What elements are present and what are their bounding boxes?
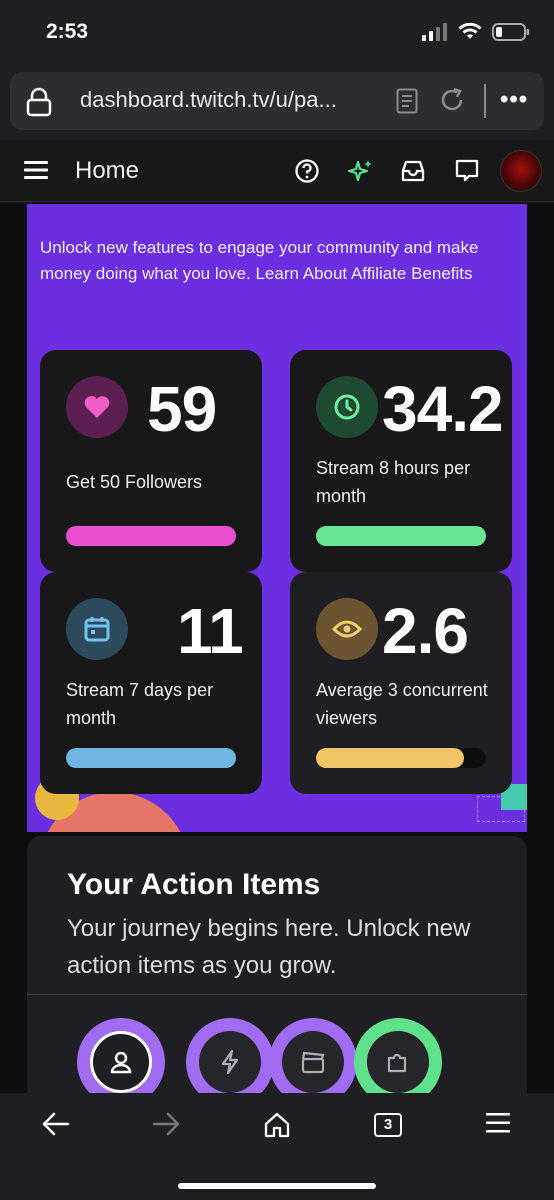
stat-label: Stream 8 hours per month (316, 458, 471, 506)
action-badge-clapper[interactable] (269, 1018, 357, 1100)
status-time: 2:53 (46, 20, 89, 43)
progress-fill (316, 526, 486, 546)
clapper-icon (301, 1051, 325, 1074)
stat-value: 59 (147, 373, 217, 445)
stat-value: 2.6 (382, 595, 469, 667)
calendar-icon (66, 598, 128, 660)
home-indicator (178, 1183, 376, 1189)
progress-fill (66, 526, 236, 546)
divider (27, 994, 527, 995)
url-text[interactable]: dashboard.twitch.tv/u/pa... (80, 87, 337, 113)
battery-icon (492, 23, 529, 41)
action-badge-extension[interactable] (354, 1018, 442, 1100)
app-header: Home (0, 140, 554, 202)
stat-label: Get 50 Followers (66, 472, 203, 492)
reader-icon[interactable] (396, 88, 418, 114)
signal-icon (422, 23, 447, 41)
progress-fill (316, 748, 464, 768)
sparkle-icon[interactable] (346, 158, 374, 186)
stat-label: Average 3 concurrent viewers (316, 680, 488, 728)
reload-icon[interactable] (438, 86, 466, 114)
clock-icon (316, 376, 378, 438)
action-items-card: Your Action Items Your journey begins he… (27, 836, 527, 1100)
progress-bar (316, 526, 486, 546)
stat-card-hours: 34.2 Stream 8 hours per month (290, 350, 512, 572)
action-badge-profile[interactable] (77, 1018, 165, 1100)
status-bar: 2:53 (0, 0, 554, 64)
more-button[interactable]: ••• (500, 86, 528, 114)
user-icon (110, 1051, 132, 1074)
stat-card-followers: 59 Get 50 Followers (40, 350, 262, 572)
stat-card-viewers: 2.6 Average 3 concurrent viewers (290, 572, 512, 794)
help-icon[interactable] (294, 158, 320, 184)
affiliate-intro: Unlock new features to engage your commu… (40, 238, 479, 283)
puzzle-icon (387, 1053, 407, 1073)
progress-bar (66, 526, 236, 546)
heart-icon (66, 376, 128, 438)
back-arrow-icon[interactable] (42, 1111, 70, 1137)
hamburger-menu-icon[interactable] (24, 159, 50, 181)
eye-icon (316, 598, 378, 660)
whispers-icon[interactable] (454, 158, 480, 184)
forward-arrow-icon[interactable] (152, 1111, 180, 1137)
progress-fill (66, 748, 236, 768)
stat-value: 11 (177, 595, 244, 667)
action-items-title: Your Action Items (67, 868, 321, 901)
url-separator (484, 84, 486, 118)
affiliate-panel: Unlock new features to engage your commu… (27, 204, 527, 832)
progress-bar (66, 748, 236, 768)
stat-value: 34.2 (382, 373, 504, 445)
progress-bar (316, 748, 486, 768)
bolt-icon (221, 1049, 239, 1075)
avatar[interactable] (500, 150, 542, 192)
inbox-icon[interactable] (400, 158, 426, 184)
tabs-button[interactable]: 3 (374, 1113, 402, 1137)
action-badge-bolt[interactable] (186, 1018, 274, 1100)
menu-icon[interactable] (486, 1111, 512, 1135)
page-title: Home (75, 157, 140, 184)
home-icon[interactable] (263, 1111, 291, 1139)
stat-label: Stream 7 days per month (66, 680, 214, 728)
browser-bar: dashboard.twitch.tv/u/pa... ••• (0, 64, 554, 140)
action-items-subtitle: Your journey begins here. Unlock new act… (67, 915, 471, 979)
lock-icon (26, 87, 52, 117)
stat-card-days: 11 Stream 7 days per month (40, 572, 262, 794)
wifi-icon (458, 23, 482, 39)
status-icons (422, 22, 530, 42)
address-bar[interactable]: dashboard.twitch.tv/u/pa... ••• (10, 72, 544, 130)
